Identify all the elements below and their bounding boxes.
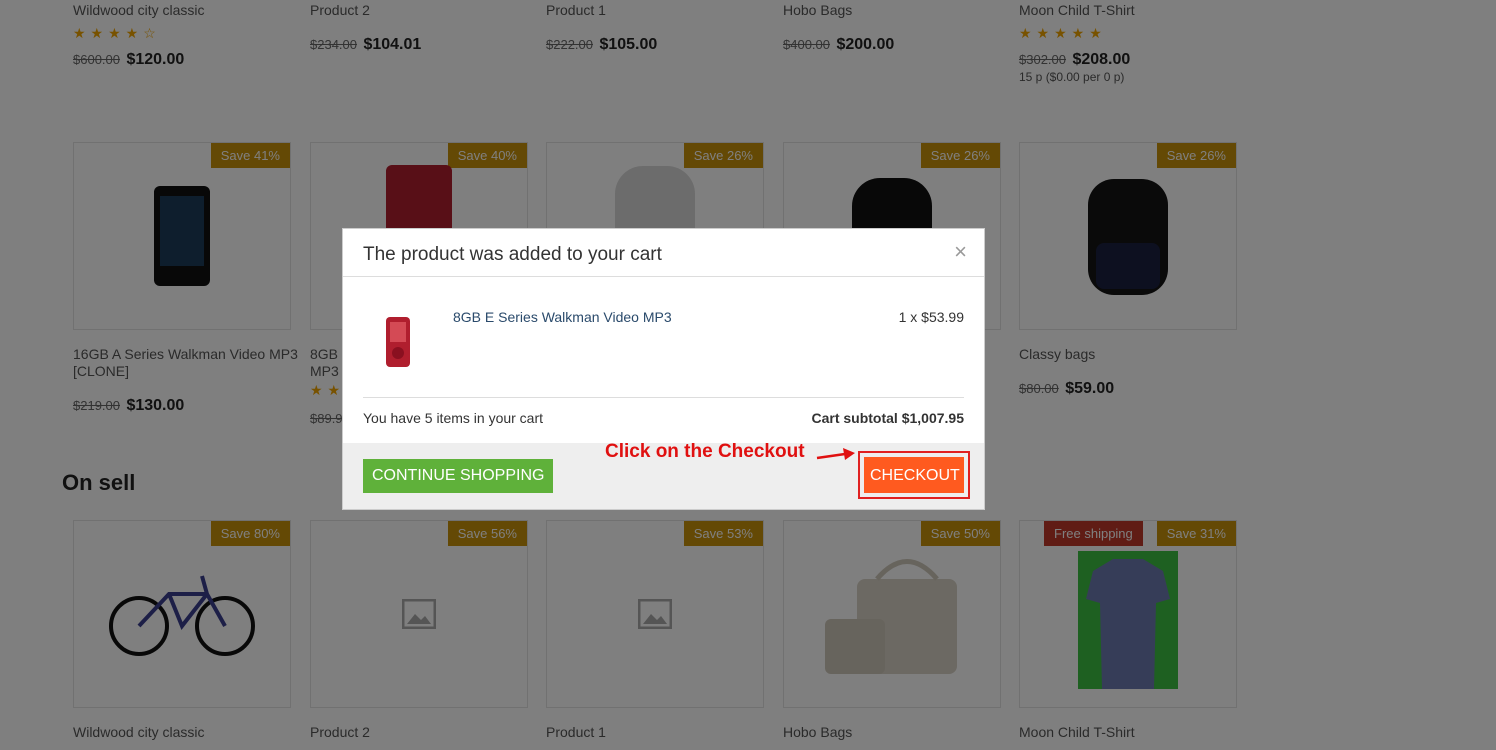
modal-title: The product was added to your cart bbox=[363, 244, 662, 265]
annotation-arrow-icon bbox=[816, 448, 855, 460]
divider bbox=[363, 397, 964, 398]
cart-items-count: You have 5 items in your cart bbox=[363, 410, 544, 426]
checkout-highlight-box: CHECKOUT bbox=[858, 451, 970, 499]
checkout-button[interactable]: CHECKOUT bbox=[864, 457, 964, 493]
annotation-text: Click on the Checkout bbox=[605, 441, 805, 462]
modal-header: The product was added to your cart × bbox=[343, 229, 984, 277]
cart-product-name[interactable]: 8GB E Series Walkman Video MP3 bbox=[453, 309, 672, 325]
cart-qty-price: 1 x $53.99 bbox=[898, 309, 964, 325]
close-icon[interactable]: × bbox=[954, 239, 967, 265]
cart-subtotal: Cart subtotal $1,007.95 bbox=[811, 410, 964, 426]
added-to-cart-modal: The product was added to your cart × 8GB… bbox=[342, 228, 985, 510]
cart-product-thumbnail bbox=[363, 309, 433, 374]
mp3-player-image bbox=[386, 317, 410, 367]
continue-shopping-button[interactable]: CONTINUE SHOPPING bbox=[363, 459, 554, 493]
